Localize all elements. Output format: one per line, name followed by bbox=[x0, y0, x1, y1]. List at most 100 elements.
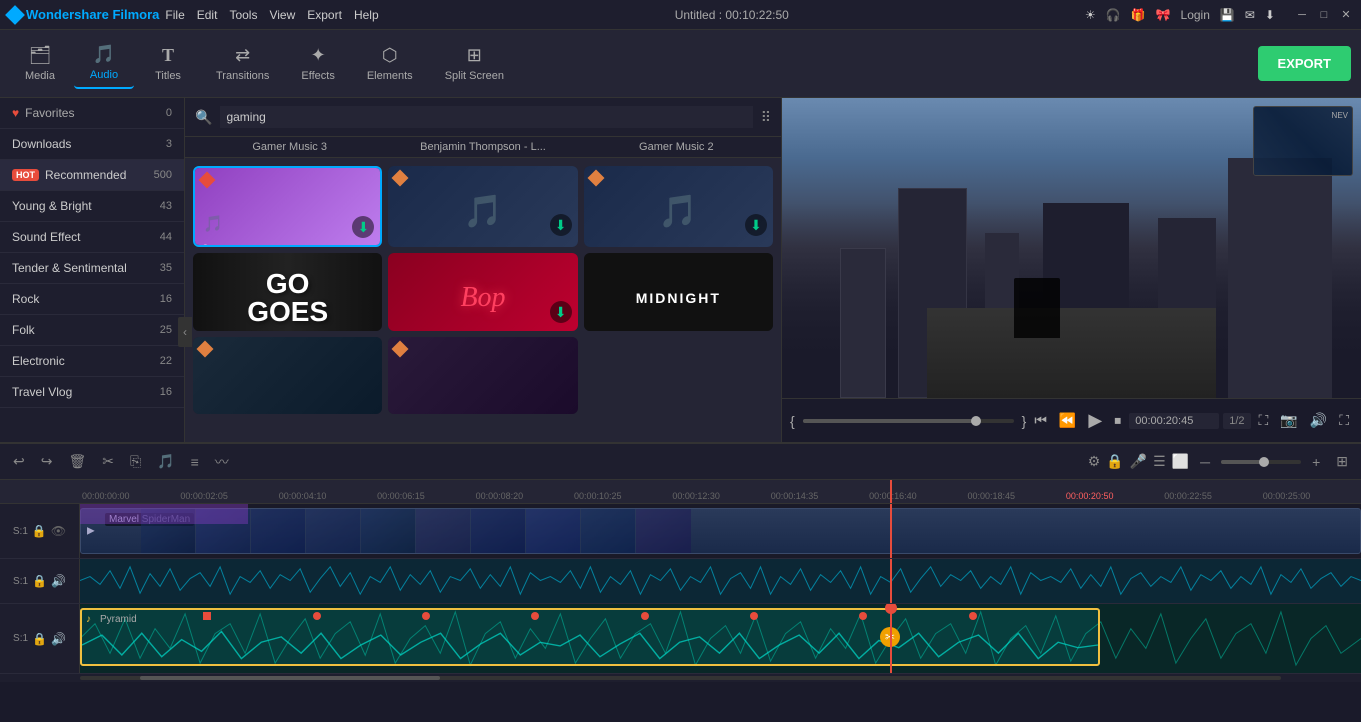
equalizer-btn[interactable]: ≡ bbox=[186, 451, 204, 473]
undo-button[interactable]: ↩ bbox=[8, 450, 30, 473]
cut-button[interactable]: ✂ bbox=[97, 450, 119, 473]
menu-tools[interactable]: Tools bbox=[229, 8, 257, 22]
toolbar-transitions[interactable]: ⇄ Transitions bbox=[202, 39, 283, 88]
lock-track-button[interactable]: 🔒 bbox=[32, 524, 47, 538]
title-center: Untitled : 00:10:22:50 bbox=[675, 8, 789, 22]
menu-file[interactable]: File bbox=[165, 8, 184, 22]
step-back-button[interactable]: ⏪ bbox=[1055, 408, 1080, 433]
toolbar-elements[interactable]: ⬡ Elements bbox=[353, 39, 427, 88]
skip-back-button[interactable]: ⏮ bbox=[1030, 408, 1051, 433]
toolbar-audio[interactable]: 🎵 Audio bbox=[74, 38, 134, 89]
stop-button[interactable]: ⏹ bbox=[1110, 408, 1125, 433]
collapse-panel-arrow[interactable]: ‹ bbox=[178, 317, 185, 347]
present-icon[interactable]: 🎀 bbox=[1156, 8, 1171, 22]
save-icon[interactable]: 💾 bbox=[1220, 8, 1235, 22]
audio-volume-button[interactable]: 🔊 bbox=[51, 574, 66, 588]
minimize-btn[interactable]: ─ bbox=[1295, 8, 1309, 22]
copy-button[interactable]: ⎘ bbox=[125, 450, 146, 473]
headphone-icon[interactable]: 🎧 bbox=[1106, 8, 1121, 22]
sidebar-item-recommended[interactable]: HOT Recommended 500 bbox=[0, 160, 184, 191]
menu-view[interactable]: View bbox=[269, 8, 295, 22]
music-card-extra1[interactable]: ... bbox=[193, 337, 382, 414]
video-track-content[interactable]: ▶ Marvel SpiderMan bbox=[80, 504, 1361, 558]
sidebar-item-electronic[interactable]: Electronic 22 bbox=[0, 346, 184, 377]
eye-track-button[interactable]: 👁 bbox=[51, 524, 66, 538]
export-button[interactable]: EXPORT bbox=[1258, 46, 1351, 81]
list-icon[interactable]: ☰ bbox=[1153, 453, 1166, 470]
close-btn[interactable]: ✕ bbox=[1339, 8, 1353, 22]
video-clip-spiderman[interactable]: ▶ Marvel SpiderMan bbox=[80, 508, 1361, 554]
sidebar-item-downloads[interactable]: Downloads 3 bbox=[0, 129, 184, 160]
download-button-bats[interactable]: ⬇ bbox=[550, 214, 572, 236]
settings-button[interactable]: ⛶ bbox=[1335, 408, 1353, 433]
preview-video: NEV bbox=[782, 98, 1361, 398]
waveform-btn[interactable]: 〰 bbox=[210, 449, 234, 475]
download-button-haunting[interactable]: ⬇ bbox=[745, 214, 767, 236]
sidebar-item-sound-effect[interactable]: Sound Effect 44 bbox=[0, 222, 184, 253]
sidebar-item-young-bright[interactable]: Young & Bright 43 bbox=[0, 191, 184, 222]
music-card-bats[interactable]: 🎵 ⬇ Bats Fluttering Over Ha... bbox=[388, 166, 577, 247]
fit-button[interactable]: ⊞ bbox=[1331, 450, 1353, 473]
menu-help[interactable]: Help bbox=[354, 8, 379, 22]
gift-icon[interactable]: 🎁 bbox=[1131, 8, 1146, 22]
toolbar-media[interactable]: 🗂 Media bbox=[10, 39, 70, 88]
music-card-extra2[interactable]: ... bbox=[388, 337, 577, 414]
sidebar-item-favorites[interactable]: ♥ Favorites 0 bbox=[0, 98, 184, 129]
music-track-content[interactable]: ♪ Pyramid bbox=[80, 604, 1361, 673]
login-btn[interactable]: Login bbox=[1181, 8, 1210, 22]
result-title-2: Benjamin Thompson - L... bbox=[386, 141, 579, 153]
menu-export[interactable]: Export bbox=[307, 8, 342, 22]
menu-edit[interactable]: Edit bbox=[197, 8, 218, 22]
lock-icon[interactable]: 🔒 bbox=[1106, 453, 1123, 470]
audio-track-content[interactable] bbox=[80, 559, 1361, 603]
music-card-midnight[interactable]: MIDNIGHT Living Pulse - Midnight T... bbox=[584, 253, 773, 330]
fullscreen-button[interactable]: ⛶ bbox=[1255, 408, 1273, 433]
notification-icon[interactable]: ☀ bbox=[1085, 8, 1096, 22]
zoom-in-button[interactable]: + bbox=[1307, 451, 1325, 473]
download-icon[interactable]: ⬇ bbox=[1265, 8, 1275, 22]
sidebar-item-folk[interactable]: Folk 25 bbox=[0, 315, 184, 346]
snapshot-button[interactable]: 📷 bbox=[1276, 408, 1301, 433]
mini-map: NEV bbox=[1253, 106, 1353, 176]
timeline-toolbar: ↩ ↪ 🗑 ✂ ⎘ 🎵 ≡ 〰 ⚙ 🔒 🎤 ☰ ⬜ ─ + ⊞ bbox=[0, 444, 1361, 480]
toolbar-titles[interactable]: T Titles bbox=[138, 39, 198, 88]
audio-btn[interactable]: 🎵 bbox=[152, 450, 179, 473]
caption-icon[interactable]: ⬜ bbox=[1172, 453, 1189, 470]
volume-button[interactable]: 🔊 bbox=[1306, 408, 1331, 433]
sidebar-item-travel-vlog[interactable]: Travel Vlog 16 bbox=[0, 377, 184, 408]
mail-icon[interactable]: ✉ bbox=[1245, 8, 1255, 22]
sidebar: ♥ Favorites 0 Downloads 3 HOT Recommende… bbox=[0, 98, 185, 442]
bracket-left-icon[interactable]: { bbox=[790, 413, 795, 429]
music-lock-button[interactable]: 🔒 bbox=[32, 632, 47, 646]
zoom-out-button[interactable]: ─ bbox=[1195, 451, 1215, 473]
sidebar-item-rock[interactable]: Rock 16 bbox=[0, 284, 184, 315]
music-clip-pyramid[interactable]: ♪ Pyramid bbox=[80, 608, 1100, 666]
music-content-panel: 🔍 ⠿ Gamer Music 3 Benjamin Thompson - L.… bbox=[185, 98, 781, 442]
delete-button[interactable]: 🗑 bbox=[63, 450, 91, 473]
audio-icon: 🎵 bbox=[93, 44, 115, 65]
sidebar-item-tender[interactable]: Tender & Sentimental 35 bbox=[0, 253, 184, 284]
play-button[interactable]: ▶ bbox=[1084, 406, 1106, 435]
toolbar-effects[interactable]: ✦ Effects bbox=[287, 39, 348, 88]
audio-lock-button[interactable]: 🔒 bbox=[32, 574, 47, 588]
settings-icon[interactable]: ⚙ bbox=[1088, 453, 1101, 470]
title-bar: Wondershare Filmora File Edit Tools View… bbox=[0, 0, 1361, 30]
preview-scrubber[interactable] bbox=[803, 419, 1014, 423]
music-volume-button[interactable]: 🔊 bbox=[51, 632, 66, 646]
toolbar-split-screen[interactable]: ⊞ Split Screen bbox=[431, 39, 518, 88]
timeline-scrollbar[interactable] bbox=[0, 674, 1361, 682]
media-label: Media bbox=[25, 70, 55, 82]
music-card-dynamite[interactable]: Bop ⬇ Dynamite bbox=[388, 253, 577, 330]
timecode-display: 00:00:20:45 bbox=[1129, 413, 1219, 429]
zoom-slider[interactable] bbox=[1221, 460, 1301, 464]
bracket-right-icon[interactable]: } bbox=[1022, 413, 1027, 429]
music-card-pyramid[interactable]: 🎵 ⬇ ◉ Pyramid bbox=[193, 166, 382, 247]
download-button-dynamite[interactable]: ⬇ bbox=[550, 301, 572, 323]
redo-button[interactable]: ↪ bbox=[36, 450, 58, 473]
music-card-haunting[interactable]: 🎵 ⬇ Haunting Organ 1 bbox=[584, 166, 773, 247]
music-card-living-goes[interactable]: GOGOES Living Pulse - Go Goes bbox=[193, 253, 382, 330]
mic-icon[interactable]: 🎤 bbox=[1130, 453, 1147, 470]
search-input[interactable] bbox=[220, 106, 752, 128]
maximize-btn[interactable]: □ bbox=[1317, 8, 1331, 22]
grid-view-icon[interactable]: ⠿ bbox=[761, 109, 771, 126]
